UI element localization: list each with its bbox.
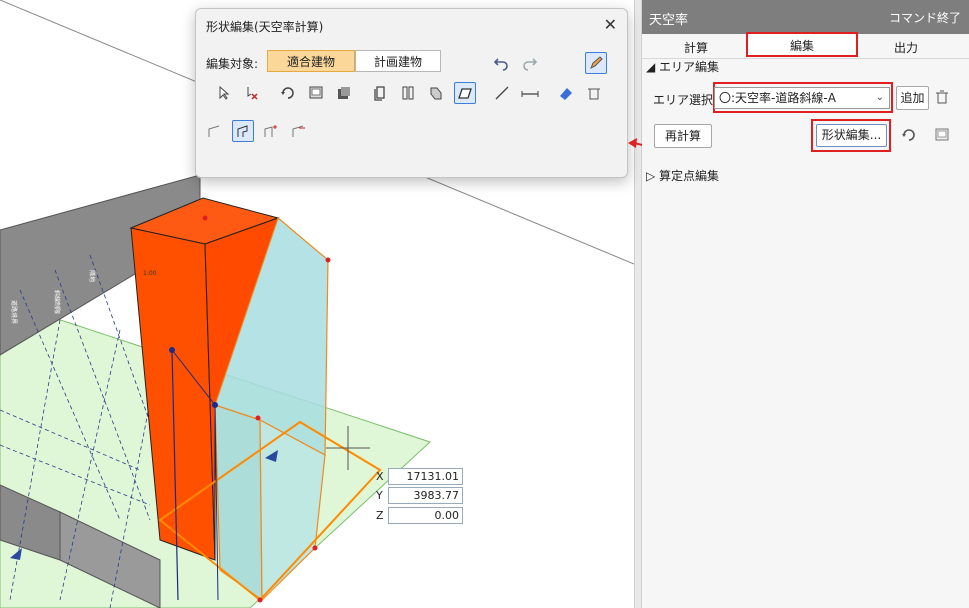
sync-icon[interactable] [901,127,917,146]
scene-label: 1:00 [143,270,157,277]
slope-edit-icon[interactable] [232,120,254,142]
export-icon[interactable] [934,127,950,146]
slanted-box-icon[interactable] [426,83,446,103]
box-icon[interactable] [370,83,390,103]
coord-x-field[interactable]: 17131.01 [388,467,463,485]
shape-edit-dialog: 形状編集(天空率計算) ✕ 編集対象: 適合建物 計画建物 [195,8,628,178]
solid-block-icon[interactable] [334,83,354,103]
redo-icon[interactable] [520,53,540,73]
slope-shape-icon[interactable] [204,121,224,141]
coord-z-field[interactable]: 0.00 [388,506,463,524]
dimension-icon[interactable] [520,83,540,103]
delete-area-icon[interactable] [934,89,950,108]
collapse-down-icon: ◢ [646,60,660,74]
coord-y-row: Y 3983.77 [376,486,463,504]
select-pointer-icon[interactable] [214,83,234,103]
dialog-title: 形状編集(天空率計算) [206,20,324,34]
scene-label: 隣地 [88,270,96,282]
double-box-icon[interactable] [398,83,418,103]
chevron-down-icon: ⌄ [875,92,884,103]
rotate-icon[interactable] [278,83,298,103]
coord-y-field[interactable]: 3983.77 [388,486,463,504]
slope-remove-icon[interactable] [288,121,308,141]
edit-target-label: 編集対象: [206,57,259,71]
end-command-button[interactable]: コマンド終了 [889,9,961,26]
line-icon[interactable] [492,83,512,103]
sky-factor-panel: 天空率 コマンド終了 計算 編集 出力 ◢ エリア編集 エリア選択 〇:天空率-… [642,0,969,608]
coord-z-row: Z 0.00 [376,506,463,524]
target-conforming-building-button[interactable]: 適合建物 [267,50,355,72]
tab-edit[interactable]: 編集 [790,37,814,54]
calc-points-title: 算定点編集 [659,169,720,183]
slope-add-icon[interactable] [260,121,280,141]
coord-x-label: X [376,469,384,483]
face-edit-icon[interactable] [454,82,476,104]
area-select-value: 〇:天空率-道路斜線-A [719,91,836,105]
frame-icon[interactable] [306,83,326,103]
trash-icon[interactable] [584,83,604,103]
coord-y-label: Y [376,488,383,502]
coord-x-row: X 17131.01 [376,467,463,485]
scene-label: 斜線制限 [53,290,61,314]
area-edit-title: エリア編集 [659,60,720,74]
delete-point-icon[interactable] [242,83,262,103]
area-select-label: エリア選択 [653,93,714,107]
coord-z-label: Z [376,508,384,522]
close-icon[interactable]: ✕ [604,15,617,34]
edit-mode-icon[interactable] [585,52,607,74]
tab-output[interactable]: 出力 [894,39,918,56]
undo-icon[interactable] [491,53,511,73]
panel-title: 天空率 [649,13,689,28]
panel-header: 天空率 コマンド終了 [642,0,969,34]
area-select-dropdown[interactable]: 〇:天空率-道路斜線-A ⌄ [714,87,890,109]
expand-right-icon: ▷ [646,169,660,183]
tab-calc[interactable]: 計算 [684,39,708,56]
scene-label: 道路境界 [10,300,18,324]
calc-points-section[interactable]: ▷ 算定点編集 [646,167,719,184]
recalc-button[interactable]: 再計算 [654,124,712,148]
area-edit-section[interactable]: ◢ エリア編集 [646,58,719,75]
target-planned-building-button[interactable]: 計画建物 [355,50,441,72]
shape-edit-button[interactable]: 形状編集... [816,124,887,147]
add-area-button[interactable]: 追加 [896,86,929,110]
eraser-icon[interactable] [556,83,576,103]
panel-splitter[interactable] [634,0,642,608]
